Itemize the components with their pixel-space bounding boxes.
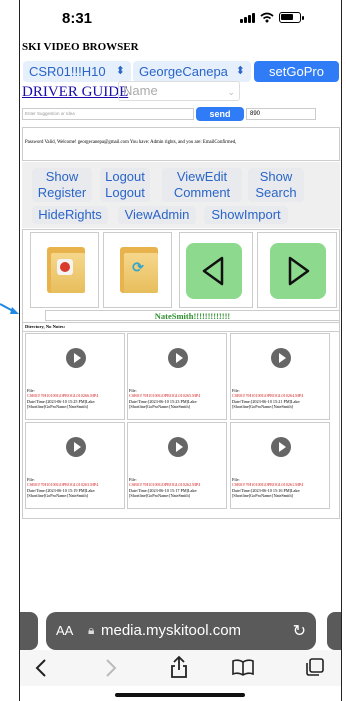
video-item[interactable]: File: CSR01!!!H10100GOPROGL010265.MP4 Da… <box>127 333 227 420</box>
chevron-updown-icon: ⬍ <box>235 65 245 77</box>
play-icon[interactable] <box>168 348 188 368</box>
back-icon[interactable] <box>34 658 48 678</box>
share-icon[interactable] <box>170 655 188 679</box>
play-icon[interactable] <box>271 348 291 368</box>
reader-options-button[interactable]: AA <box>56 623 73 638</box>
bookmarks-icon[interactable] <box>232 658 254 676</box>
right-arrow-icon <box>288 256 310 286</box>
left-arrow-icon <box>202 256 224 286</box>
lock-icon: 🔒︎ <box>88 623 95 637</box>
browser-toolbar <box>20 650 341 686</box>
video-item[interactable]: File: CSR01!!!H10100GOPROGL010264.MP4 Da… <box>230 333 330 420</box>
directory-label: Directory, No Notes: <box>22 322 340 332</box>
show-register-button[interactable]: Show Register <box>32 168 92 202</box>
user-select[interactable]: GeorgeCanepa ⬍ <box>133 61 251 82</box>
signal-icon <box>240 12 255 23</box>
status-bar: 8:31 <box>20 0 341 34</box>
status-time: 8:31 <box>62 10 93 27</box>
play-icon[interactable] <box>168 437 188 457</box>
view-admin-button[interactable]: ViewAdmin <box>118 206 196 224</box>
count-field[interactable]: 890 <box>246 108 316 120</box>
home-indicator <box>115 693 245 697</box>
menu-panel: Show Register Logout Logout ViewEdit Commen… <box>22 162 340 228</box>
battery-icon <box>279 12 304 23</box>
set-gopro-button[interactable]: setGoPro <box>254 61 339 82</box>
previous-page-button[interactable] <box>179 232 253 308</box>
chevron-updown-icon: ⌄ <box>227 87 235 97</box>
record-folder-tile[interactable] <box>30 232 99 308</box>
play-icon[interactable] <box>66 348 86 368</box>
show-search-button[interactable]: Show Search <box>248 168 304 202</box>
play-icon[interactable] <box>66 437 86 457</box>
send-button[interactable]: send <box>196 107 244 121</box>
view-edit-comment-button[interactable]: ViewEdit Comment <box>162 168 242 202</box>
app-title: SKI VIDEO BROWSER <box>22 41 139 53</box>
video-item[interactable]: File: CSR01!!!H10100GOPROGL010262.MP4 Da… <box>127 422 227 509</box>
logout-button[interactable]: Logout Logout <box>100 168 150 202</box>
chevron-updown-icon: ⬍ <box>115 65 125 77</box>
video-item[interactable]: File: CSR01!!!H10100GOPROGL010261.MP4 Da… <box>230 422 330 509</box>
address-bar[interactable]: AA 🔒︎ media.myskitool.com ↻ <box>46 612 316 650</box>
play-icon[interactable] <box>271 437 291 457</box>
next-tab-preview[interactable] <box>327 612 341 650</box>
phone-screen: 8:31 SKI VIDEO BROWSER CSR01!!!H10 ⬍ Geo… <box>19 0 342 701</box>
welcome-message: Password Valid, Welcome! georgecanepa@gm… <box>22 127 340 161</box>
user-banner: NateSmith!!!!!!!!!!!!! <box>45 310 340 321</box>
video-item[interactable]: File: CSR01!!!H10100GOPROGL010263.MP4 Da… <box>25 422 125 509</box>
tabs-icon[interactable] <box>305 657 325 677</box>
reload-icon[interactable]: ↻ <box>293 621 306 641</box>
hide-rights-button[interactable]: HideRights <box>32 206 108 224</box>
forward-icon[interactable] <box>104 658 118 678</box>
previous-tab-preview[interactable] <box>20 612 38 650</box>
name-select[interactable]: Name ⌄ <box>118 81 240 101</box>
sync-icon: ⟳ <box>132 259 144 275</box>
url-text[interactable]: media.myskitool.com <box>101 622 241 639</box>
wifi-icon <box>260 12 274 23</box>
suggestion-input[interactable]: Enter Suggestion or Idea <box>22 108 194 120</box>
driver-guide-link[interactable]: DRIVER GUIDE <box>22 84 128 101</box>
device-select[interactable]: CSR01!!!H10 ⬍ <box>23 61 131 82</box>
record-icon <box>57 259 73 275</box>
video-item[interactable]: File: CSR01!!!H10100GOPROGL010266.MP4 Da… <box>25 333 125 420</box>
next-page-button[interactable] <box>257 232 337 308</box>
show-import-button[interactable]: ShowImport <box>204 206 288 224</box>
sync-folder-tile[interactable]: ⟳ <box>103 232 172 308</box>
